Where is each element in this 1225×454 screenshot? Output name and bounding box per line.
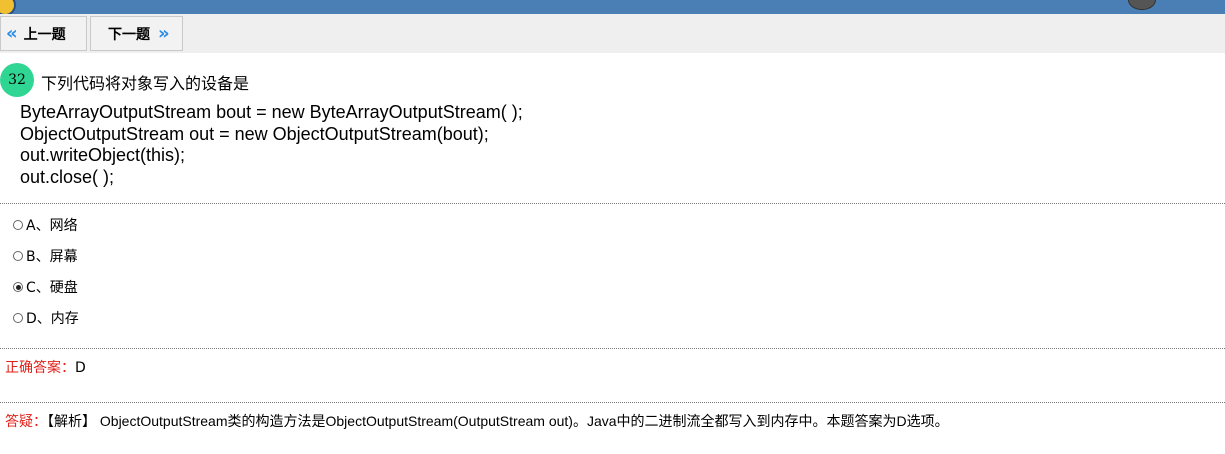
option-b-label: B、屏幕 — [26, 249, 78, 265]
radio-option-d[interactable] — [13, 313, 23, 323]
divider — [0, 402, 1225, 403]
divider — [0, 348, 1225, 349]
prev-question-button[interactable]: « 上一题 — [0, 16, 87, 51]
question-nav-bar: « 上一题 下一题 » — [0, 14, 1225, 53]
question-number-badge: 32 — [0, 63, 34, 97]
radio-option-c[interactable] — [13, 282, 23, 292]
correct-answer-label: 正确答案： — [5, 360, 75, 376]
option-c[interactable]: C、硬盘 — [13, 277, 78, 297]
question-title: 下列代码将对象写入的设备是 — [41, 74, 250, 93]
double-chevron-left-icon: « — [6, 22, 18, 44]
correct-answer-value: D — [75, 360, 86, 376]
avatar[interactable] — [1128, 0, 1156, 10]
code-line: out.close( ); — [20, 166, 115, 187]
option-b[interactable]: B、屏幕 — [13, 246, 78, 266]
double-chevron-right-icon: » — [158, 22, 170, 44]
explanation-label: 答疑： — [5, 413, 47, 429]
radio-option-b[interactable] — [13, 251, 23, 261]
divider — [0, 203, 1225, 204]
top-bar — [0, 0, 1225, 16]
code-line: ByteArrayOutputStream bout = new ByteArr… — [20, 102, 523, 122]
option-d-label: D、内存 — [26, 311, 79, 327]
next-question-button[interactable]: 下一题 » — [90, 16, 183, 51]
question-code-block: ByteArrayOutputStream bout = new ByteArr… — [20, 102, 523, 188]
code-line: out.writeObject(this); — [20, 145, 186, 165]
explanation: 答疑：【解析】 ObjectOutputStream类的构造方法是ObjectO… — [5, 411, 949, 431]
explanation-text: 【解析】 ObjectOutputStream类的构造方法是ObjectOutp… — [47, 413, 949, 429]
option-c-label: C、硬盘 — [26, 280, 78, 296]
radio-option-a[interactable] — [13, 220, 23, 230]
prev-question-label: 上一题 — [23, 26, 66, 43]
option-d[interactable]: D、内存 — [13, 308, 79, 328]
code-line: ObjectOutputStream out = new ObjectOutpu… — [20, 123, 489, 144]
option-a[interactable]: A、网络 — [13, 215, 78, 235]
next-question-label: 下一题 — [108, 26, 150, 43]
correct-answer: 正确答案：D — [5, 357, 86, 377]
option-a-label: A、网络 — [26, 218, 78, 234]
